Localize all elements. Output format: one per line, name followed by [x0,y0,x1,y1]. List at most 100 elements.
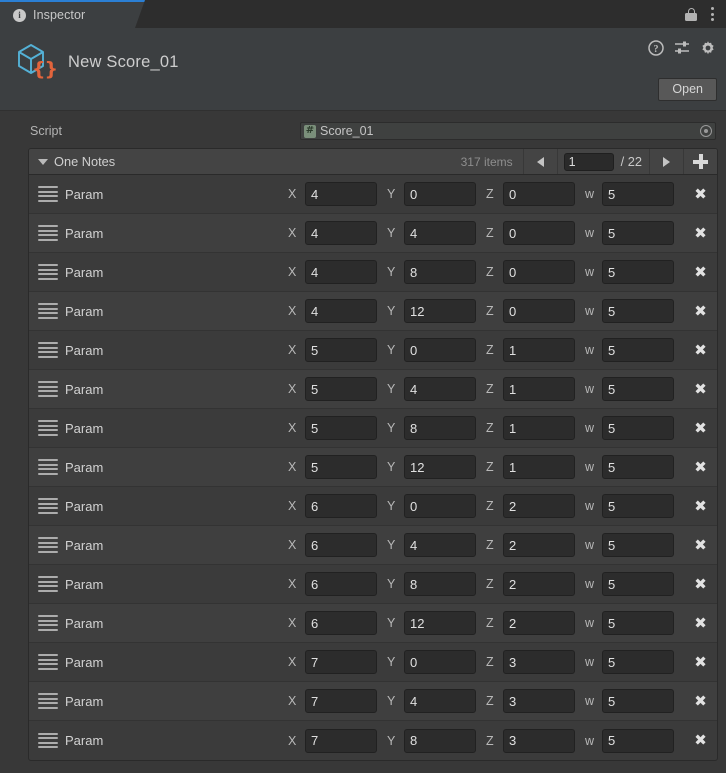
drag-handle-icon[interactable] [38,537,58,553]
x-value-input[interactable]: 6 [305,533,377,557]
delete-row-button[interactable]: ✖ [684,615,717,631]
next-page-button[interactable] [649,149,683,174]
z-value-input[interactable]: 0 [503,221,575,245]
object-picker-icon[interactable] [700,125,712,137]
drag-handle-icon[interactable] [38,264,58,280]
y-value-input[interactable]: 0 [404,182,476,206]
w-value-input[interactable]: 5 [602,728,674,753]
z-value-input[interactable]: 3 [503,650,575,674]
x-value-input[interactable]: 5 [305,416,377,440]
tab-inspector[interactable]: i Inspector [0,0,145,28]
w-value-input[interactable]: 5 [602,260,674,284]
delete-row-button[interactable]: ✖ [684,264,717,280]
x-value-input[interactable]: 7 [305,728,377,753]
delete-row-button[interactable]: ✖ [684,186,717,202]
drag-handle-icon[interactable] [38,381,58,397]
y-value-input[interactable]: 0 [404,338,476,362]
x-value-input[interactable]: 4 [305,260,377,284]
w-value-input[interactable]: 5 [602,455,674,479]
delete-row-button[interactable]: ✖ [684,381,717,397]
delete-row-button[interactable]: ✖ [684,537,717,553]
w-value-input[interactable]: 5 [602,299,674,323]
list-foldout[interactable]: One Notes [29,149,461,174]
delete-row-button[interactable]: ✖ [684,459,717,475]
x-value-input[interactable]: 6 [305,494,377,518]
y-value-input[interactable]: 12 [404,611,476,635]
table-row[interactable]: Param X 4 Y 12 Z 0 w 5 ✖ [29,292,717,331]
z-value-input[interactable]: 2 [503,611,575,635]
z-value-input[interactable]: 2 [503,533,575,557]
z-value-input[interactable]: 0 [503,182,575,206]
preset-sliders-icon[interactable] [674,40,690,56]
page-number-input[interactable]: 1 [563,152,614,171]
x-value-input[interactable]: 5 [305,338,377,362]
y-value-input[interactable]: 8 [404,260,476,284]
drag-handle-icon[interactable] [38,420,58,436]
drag-handle-icon[interactable] [38,186,58,202]
table-row[interactable]: Param X 6 Y 8 Z 2 w 5 ✖ [29,565,717,604]
table-row[interactable]: Param X 4 Y 4 Z 0 w 5 ✖ [29,214,717,253]
delete-row-button[interactable]: ✖ [684,225,717,241]
help-icon[interactable]: ? [648,40,664,56]
y-value-input[interactable]: 0 [404,650,476,674]
w-value-input[interactable]: 5 [602,494,674,518]
y-value-input[interactable]: 8 [404,416,476,440]
lock-icon[interactable] [685,7,697,21]
y-value-input[interactable]: 4 [404,377,476,401]
add-item-button[interactable] [683,149,717,174]
w-value-input[interactable]: 5 [602,572,674,596]
delete-row-button[interactable]: ✖ [684,420,717,436]
delete-row-button[interactable]: ✖ [684,693,717,709]
w-value-input[interactable]: 5 [602,338,674,362]
table-row[interactable]: Param X 4 Y 0 Z 0 w 5 ✖ [29,175,717,214]
delete-row-button[interactable]: ✖ [684,303,717,319]
delete-row-button[interactable]: ✖ [684,342,717,358]
y-value-input[interactable]: 12 [404,455,476,479]
w-value-input[interactable]: 5 [602,416,674,440]
w-value-input[interactable]: 5 [602,377,674,401]
drag-handle-icon[interactable] [38,654,58,670]
foldout-expanded-icon[interactable] [38,158,48,165]
table-row[interactable]: Param X 6 Y 4 Z 2 w 5 ✖ [29,526,717,565]
table-row[interactable]: Param X 6 Y 12 Z 2 w 5 ✖ [29,604,717,643]
y-value-input[interactable]: 8 [404,728,476,753]
x-value-input[interactable]: 6 [305,572,377,596]
table-row[interactable]: Param X 5 Y 4 Z 1 w 5 ✖ [29,370,717,409]
prev-page-button[interactable] [522,149,557,174]
y-value-input[interactable]: 4 [404,221,476,245]
drag-handle-icon[interactable] [38,693,58,709]
table-row[interactable]: Param X 5 Y 8 Z 1 w 5 ✖ [29,409,717,448]
drag-handle-icon[interactable] [38,498,58,514]
drag-handle-icon[interactable] [38,576,58,592]
table-row[interactable]: Param X 5 Y 0 Z 1 w 5 ✖ [29,331,717,370]
w-value-input[interactable]: 5 [602,650,674,674]
table-row[interactable]: Param X 7 Y 0 Z 3 w 5 ✖ [29,643,717,682]
w-value-input[interactable]: 5 [602,221,674,245]
delete-row-button[interactable]: ✖ [684,654,717,670]
y-value-input[interactable]: 8 [404,572,476,596]
x-value-input[interactable]: 4 [305,182,377,206]
x-value-input[interactable]: 4 [305,221,377,245]
z-value-input[interactable]: 1 [503,338,575,362]
y-value-input[interactable]: 0 [404,494,476,518]
drag-handle-icon[interactable] [38,225,58,241]
x-value-input[interactable]: 6 [305,611,377,635]
kebab-menu-icon[interactable] [711,7,714,21]
z-value-input[interactable]: 1 [503,455,575,479]
z-value-input[interactable]: 0 [503,299,575,323]
x-value-input[interactable]: 5 [305,377,377,401]
drag-handle-icon[interactable] [38,342,58,358]
w-value-input[interactable]: 5 [602,182,674,206]
table-row[interactable]: Param X 7 Y 4 Z 3 w 5 ✖ [29,682,717,721]
table-row[interactable]: Param X 7 Y 8 Z 3 w 5 ✖ [29,721,717,760]
table-row[interactable]: Param X 5 Y 12 Z 1 w 5 ✖ [29,448,717,487]
z-value-input[interactable]: 3 [503,728,575,753]
x-value-input[interactable]: 4 [305,299,377,323]
z-value-input[interactable]: 0 [503,260,575,284]
drag-handle-icon[interactable] [38,459,58,475]
table-row[interactable]: Param X 4 Y 8 Z 0 w 5 ✖ [29,253,717,292]
z-value-input[interactable]: 3 [503,689,575,713]
z-value-input[interactable]: 2 [503,572,575,596]
delete-row-button[interactable]: ✖ [684,576,717,592]
table-row[interactable]: Param X 6 Y 0 Z 2 w 5 ✖ [29,487,717,526]
